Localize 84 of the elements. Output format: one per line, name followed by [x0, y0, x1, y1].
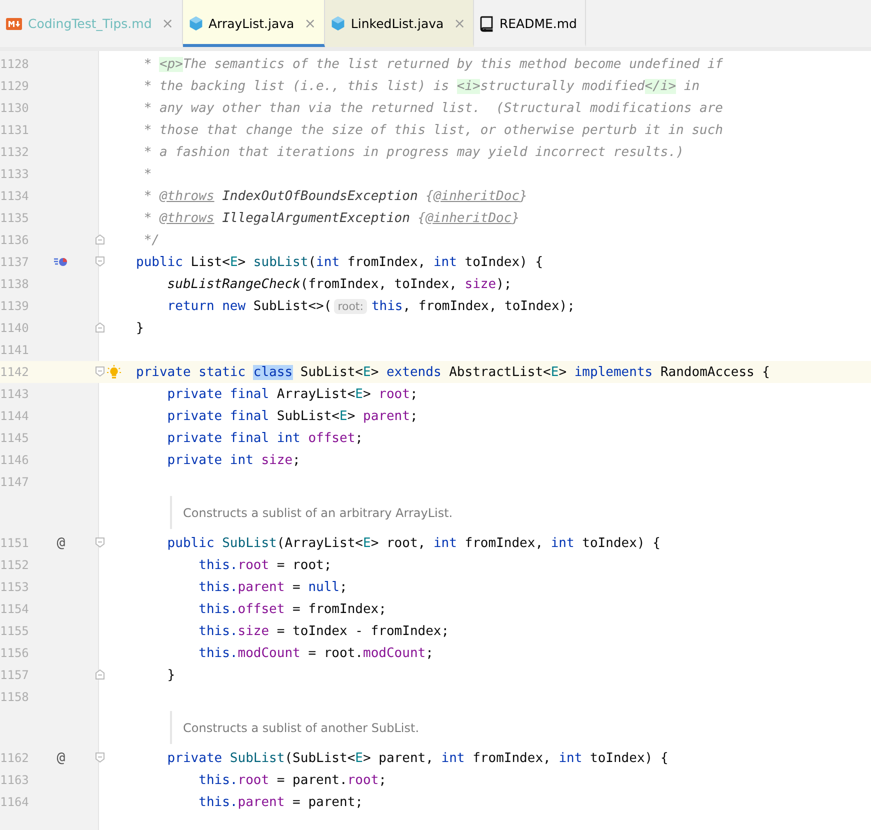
- line-number: 1156: [0, 646, 30, 660]
- fold-marker[interactable]: [95, 256, 105, 267]
- rendered-doc-comment: Constructs a sublist of an arbitrary ArrayList.: [170, 496, 453, 529]
- code-text: * @throws IndexOutOfBoundsException {@inheritDoc}: [142, 188, 528, 204]
- line-number: 1142: [0, 365, 30, 379]
- fold-marker[interactable]: [95, 234, 105, 245]
- code-text: private final SubList<E> parent;: [166, 408, 418, 424]
- code-text: private int size;: [166, 452, 300, 468]
- line-number: 1134: [0, 189, 30, 203]
- line-number: 1130: [0, 101, 30, 115]
- code-text: * @throws IllegalArgumentException {@inheritDoc}: [142, 210, 520, 226]
- tab-label: README.md: [499, 16, 577, 31]
- fold-marker[interactable]: [95, 537, 105, 548]
- file-tab[interactable]: LinkedList.java ×: [324, 0, 474, 47]
- line-number: 1153: [0, 580, 30, 594]
- code-text: return new SubList<>(: [166, 298, 332, 314]
- code-text: this.parent = null;: [198, 580, 348, 594]
- line-number: 1137: [0, 255, 30, 269]
- markdown-icon: [6, 18, 22, 30]
- implementation-marker[interactable]: @: [56, 535, 66, 551]
- line-number: 1128: [0, 57, 30, 71]
- code-text: *: [142, 166, 152, 182]
- line-number: 1147: [0, 475, 30, 489]
- implementation-marker[interactable]: @: [56, 750, 66, 766]
- line-number: 1133: [0, 167, 30, 181]
- line-number: 1131: [0, 123, 30, 137]
- override-icon[interactable]: [54, 256, 68, 268]
- line-number: 1135: [0, 211, 30, 225]
- line-number: 1164: [0, 795, 30, 809]
- rendered-doc-comment: Constructs a sublist of another SubList.: [170, 711, 420, 744]
- line-number: 1129: [0, 79, 30, 93]
- code-text: * a fashion that iterations in progress may yield incorrect results.): [142, 144, 684, 160]
- line-number: 1152: [0, 558, 30, 572]
- line-number: 1155: [0, 624, 30, 638]
- line-number: 1141: [0, 343, 30, 357]
- line-number: 1163: [0, 773, 30, 787]
- line-number: 1143: [0, 387, 30, 401]
- code-text: private static class SubList<E> extends AbstractList<E> implements RandomAccess {: [136, 364, 770, 380]
- fold-marker[interactable]: [95, 752, 105, 763]
- code-text: this.root = parent.root;: [198, 772, 386, 788]
- file-tab[interactable]: ArrayList.java ×: [182, 0, 325, 47]
- code-text: this, fromIndex, toIndex);: [371, 298, 575, 314]
- line-number: 1139: [0, 299, 30, 313]
- fold-marker[interactable]: [95, 322, 105, 333]
- code-text: * the backing list (i.e., this list) is <i>structurally modified</i> in: [142, 78, 700, 94]
- line-number: 1136: [0, 233, 30, 247]
- line-number: 1146: [0, 453, 30, 467]
- line-number: 1151: [0, 536, 30, 550]
- tab-label: LinkedList.java: [350, 16, 444, 31]
- code-text: * those that change the size of this list, or otherwise perturb it in such: [142, 122, 723, 138]
- line-number: 1157: [0, 668, 30, 682]
- code-text: private final int offset;: [166, 430, 363, 446]
- code-text: this.size = toIndex - fromIndex;: [198, 624, 450, 638]
- lightbulb-icon[interactable]: [107, 364, 121, 380]
- book-icon: [480, 16, 494, 32]
- code-text: private final ArrayList<E> root;: [166, 386, 418, 402]
- code-text: this.offset = fromIndex;: [198, 602, 386, 616]
- tab-label: CodingTest_Tips.md: [28, 16, 152, 31]
- code-text: public SubList(ArrayList<E> root, int fromIndex, int toIndex) {: [166, 536, 660, 550]
- cube-icon: [330, 16, 345, 31]
- line-number: 1158: [0, 690, 30, 704]
- code-text: */: [142, 232, 160, 248]
- line-number: 1144: [0, 409, 30, 423]
- code-text: this.root = root;: [198, 558, 332, 572]
- fold-marker[interactable]: [95, 366, 105, 377]
- line-number: 1140: [0, 321, 30, 335]
- code-text: }: [136, 320, 144, 336]
- code-text: subListRangeCheck(fromIndex, toIndex, size);: [166, 276, 512, 292]
- fold-marker[interactable]: [95, 669, 105, 680]
- tab-label: ArrayList.java: [208, 16, 294, 31]
- line-number: 1154: [0, 602, 30, 616]
- line-number: 1145: [0, 431, 30, 445]
- code-text: * <p>The semantics of the list returned by this method become undefined if: [142, 56, 724, 72]
- line-number: 1162: [0, 751, 30, 765]
- line-number: 1138: [0, 277, 30, 291]
- code-text: }: [166, 668, 176, 682]
- code-text: private SubList(SubList<E> parent, int fromIndex, int toIndex) {: [166, 750, 668, 766]
- line-number: 1132: [0, 145, 30, 159]
- code-text: this.modCount = root.modCount;: [198, 646, 434, 660]
- code-text: this.parent = parent;: [198, 794, 363, 810]
- code-text: * any way other than via the returned list. (Structural modifications are: [142, 100, 723, 116]
- code-text: public List<E> subList(int fromIndex, int toIndex) {: [136, 254, 544, 270]
- parameter-hint: root:: [334, 298, 368, 314]
- cube-icon: [188, 16, 202, 31]
